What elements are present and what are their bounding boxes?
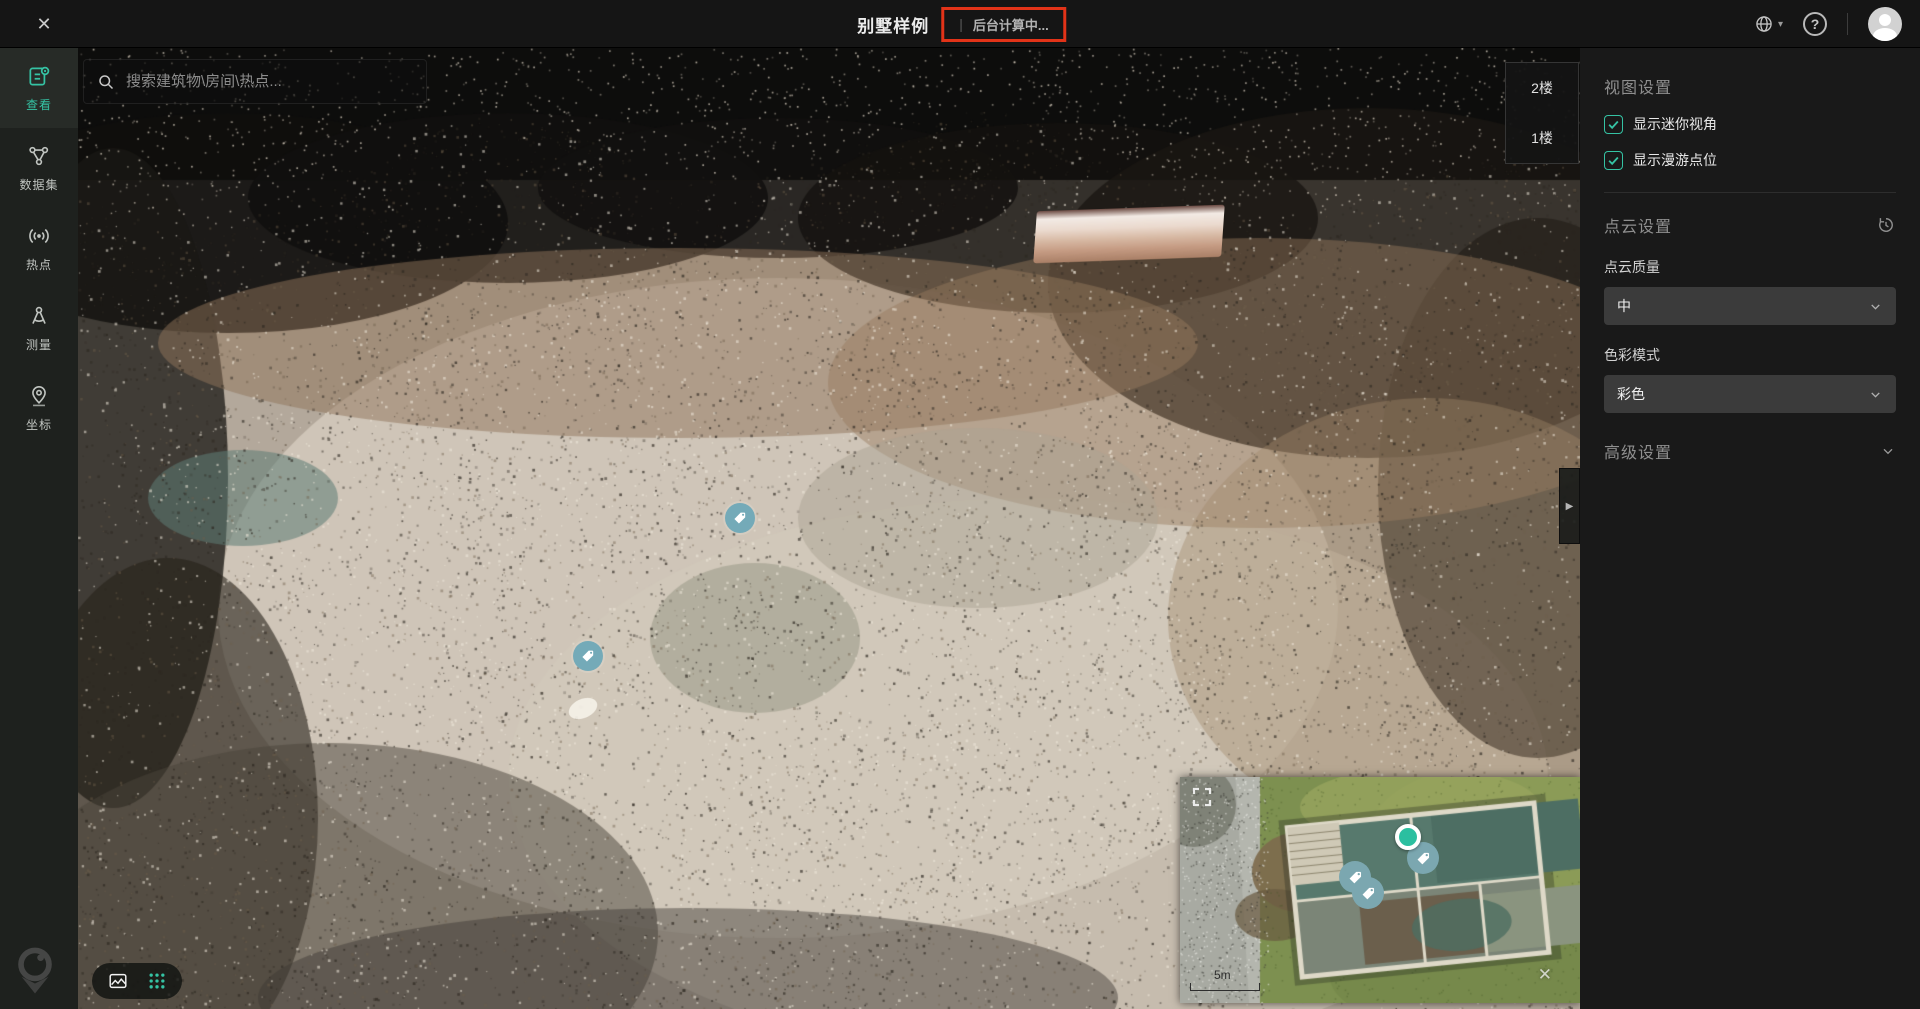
tag-icon (580, 648, 596, 664)
color-mode-select[interactable]: 彩色 (1604, 375, 1896, 413)
sidebar-item-measure[interactable]: 测量 (0, 288, 78, 368)
hotspot-marker[interactable] (573, 641, 603, 671)
avatar[interactable] (1868, 7, 1902, 41)
advanced-settings-toggle[interactable]: 高级设置 (1604, 439, 1896, 463)
quality-label: 点云质量 (1604, 257, 1896, 277)
sidebar-item-label: 查看 (26, 96, 52, 113)
sidebar-item-hotspot[interactable]: 热点 (0, 208, 78, 288)
sidebar: 查看 数据集 热点 测量 坐标 (0, 48, 78, 1009)
pointcloud-settings-title: 点云设置 (1604, 213, 1672, 237)
sidebar-item-label: 坐标 (26, 416, 52, 433)
floor-button-1[interactable]: 1楼 (1506, 113, 1578, 163)
status-divider: | (959, 16, 963, 32)
dataset-icon (26, 143, 52, 169)
status-badge: 后台计算中... (973, 15, 1049, 34)
history-icon (1876, 215, 1896, 235)
help-button[interactable]: ? (1803, 12, 1827, 36)
sidebar-item-view[interactable]: 查看 (0, 48, 78, 128)
close-icon: ✕ (36, 14, 51, 35)
model-view-button[interactable] (107, 970, 129, 992)
checkbox-checked-icon (1604, 151, 1623, 170)
topbar-divider (1847, 13, 1848, 35)
topbar-actions: ▾ ? (1754, 0, 1902, 48)
close-button[interactable]: ✕ (26, 0, 62, 48)
minimap-hotspot-marker[interactable] (1352, 877, 1384, 909)
tag-icon (732, 510, 748, 526)
reset-history-button[interactable] (1876, 215, 1896, 235)
quality-value: 中 (1617, 296, 1631, 316)
sidebar-item-label: 热点 (26, 256, 52, 273)
minimap-scale: 5m (1190, 968, 1260, 991)
expand-icon (1190, 785, 1214, 809)
hotspot-marker[interactable] (725, 503, 755, 533)
viewer: 2楼 1楼 ▶ (78, 48, 1580, 1009)
close-icon: ✕ (1538, 965, 1552, 984)
topbar: ✕ 别墅样例 | 后台计算中... ▾ ? (0, 0, 1920, 48)
coordinate-pin-icon (26, 383, 52, 409)
help-icon: ? (1811, 16, 1820, 32)
watermark-logo (8, 942, 62, 1003)
minimap-position-marker (1395, 824, 1421, 850)
tag-icon (1360, 885, 1377, 902)
view-mode-toolbar (92, 963, 182, 999)
language-button[interactable]: ▾ (1754, 14, 1783, 34)
panel-collapse-handle[interactable]: ▶ (1559, 468, 1580, 544)
scale-bar (1190, 983, 1260, 991)
chevron-down-icon: ▾ (1778, 19, 1783, 30)
globe-icon (1754, 14, 1774, 34)
search-icon (96, 72, 116, 92)
app-window: ✕ 别墅样例 | 后台计算中... ▾ ? 查看 数据集 (0, 0, 1920, 1009)
scale-label: 5m (1214, 968, 1260, 982)
color-mode-label: 色彩模式 (1604, 345, 1896, 365)
page-title: 别墅样例 (857, 12, 929, 37)
search-input[interactable] (126, 73, 414, 90)
minimap: 5m ✕ (1180, 777, 1580, 1003)
minimap-expand-button[interactable] (1190, 785, 1214, 814)
chevron-down-icon (1868, 387, 1883, 402)
view-icon (26, 63, 52, 89)
chevron-down-icon (1880, 443, 1896, 459)
measure-icon (26, 303, 52, 329)
status-wrap: | 后台计算中... (945, 9, 1062, 40)
sidebar-item-label: 数据集 (19, 176, 58, 193)
option-show-mini-view[interactable]: 显示迷你视角 (1604, 114, 1896, 134)
title-group: 别墅样例 | 后台计算中... (857, 0, 1062, 48)
tag-icon (1415, 850, 1432, 867)
sidebar-item-label: 测量 (26, 336, 52, 353)
model-view-icon (107, 970, 129, 992)
roof-structure (1033, 205, 1225, 264)
panel-divider (1604, 192, 1896, 193)
view-settings-title: 视图设置 (1604, 74, 1896, 98)
settings-panel: 视图设置 显示迷你视角 显示漫游点位 点云设置 点云质量 中 色彩模式 (1580, 48, 1920, 1009)
sidebar-item-coordinate[interactable]: 坐标 (0, 368, 78, 448)
triangle-right-icon: ▶ (1566, 501, 1574, 512)
option-show-roam-points[interactable]: 显示漫游点位 (1604, 150, 1896, 170)
option-label: 显示漫游点位 (1633, 150, 1717, 170)
minimap-close-button[interactable]: ✕ (1538, 965, 1552, 985)
quality-select[interactable]: 中 (1604, 287, 1896, 325)
checkbox-checked-icon (1604, 115, 1623, 134)
advanced-settings-title: 高级设置 (1604, 439, 1672, 463)
chevron-down-icon (1868, 299, 1883, 314)
search-box (83, 59, 427, 104)
floor-selector: 2楼 1楼 (1505, 62, 1579, 164)
color-mode-value: 彩色 (1617, 384, 1645, 404)
option-label: 显示迷你视角 (1633, 114, 1717, 134)
floor-button-2[interactable]: 2楼 (1506, 63, 1578, 113)
pointcloud-view-button[interactable] (147, 971, 167, 991)
sidebar-item-dataset[interactable]: 数据集 (0, 128, 78, 208)
grid-dots-icon (147, 971, 167, 991)
hotspot-icon (26, 223, 52, 249)
